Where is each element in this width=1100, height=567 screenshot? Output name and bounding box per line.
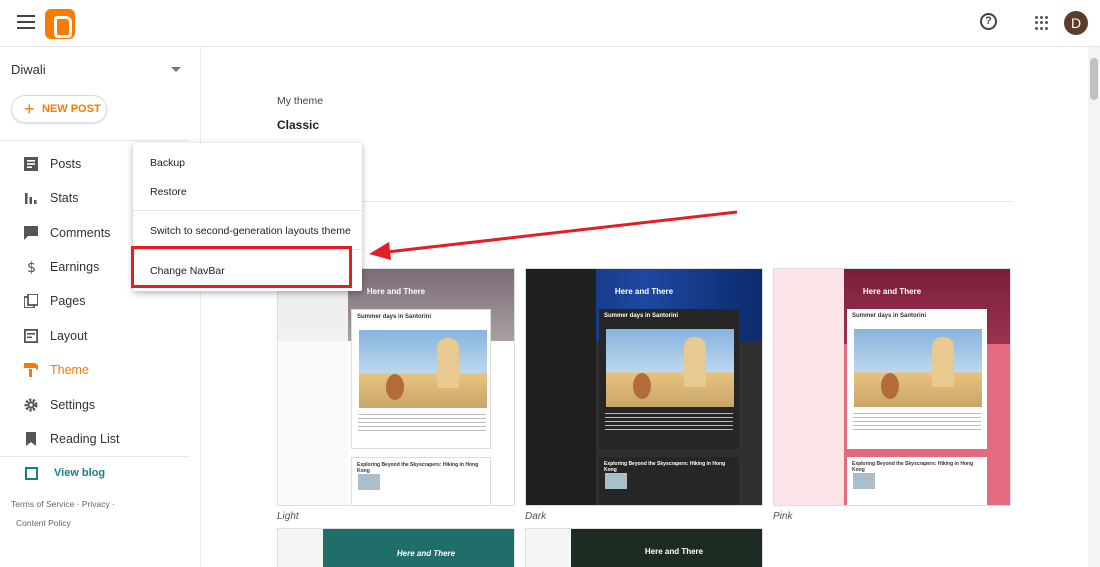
theme-post-preview: Exploring Beyond the Skyscrapers: Hiking… <box>847 457 987 505</box>
theme-sidebar <box>774 269 844 505</box>
theme-post-preview: Summer days in Santorini <box>351 309 491 449</box>
chevron-down-icon[interactable] <box>171 67 181 72</box>
external-link-icon <box>25 467 38 480</box>
sidebar-item-label: Pages <box>50 294 86 308</box>
theme-post-preview: Exploring Beyond the Skyscrapers: Hiking… <box>351 457 491 505</box>
theme-label-light: Light <box>277 511 299 522</box>
footer-links: Terms of Service · Privacy · Content Pol… <box>11 495 181 533</box>
sidebar-item-reading-list[interactable]: Reading List <box>0 425 190 453</box>
theme-post-thumbnail <box>853 473 875 489</box>
theme-post-preview: Exploring Beyond the Skyscrapers: Hiking… <box>599 457 739 505</box>
posts-icon <box>24 157 38 171</box>
blogger-logo-icon[interactable] <box>45 9 75 39</box>
theme-label-pink: Pink <box>773 511 793 522</box>
top-bar: ? D <box>0 0 1100 47</box>
theme-post-title: Exploring Beyond the Skyscrapers: Hiking… <box>604 461 726 473</box>
terms-link[interactable]: Terms of Service <box>11 499 74 509</box>
sidebar-item-label: Stats <box>50 191 79 205</box>
footer-separator: · <box>112 499 115 509</box>
menu-item-backup[interactable]: Backup <box>150 157 185 169</box>
menu-item-switch-layouts[interactable]: Switch to second-generation layouts them… <box>150 225 351 237</box>
layout-icon <box>24 329 38 343</box>
theme-sidebar <box>278 289 348 505</box>
sidebar-item-label: Settings <box>50 398 96 412</box>
theme-blog-title: Here and There <box>396 549 456 558</box>
apps-grid-icon[interactable] <box>1035 16 1049 30</box>
dollar-icon: $ <box>27 260 36 274</box>
theme-post-title: Summer days in Santorini <box>852 313 927 319</box>
comments-icon <box>24 226 38 240</box>
hamburger-menu-icon[interactable] <box>17 15 35 29</box>
theme-post-text <box>853 413 981 433</box>
gear-icon <box>24 398 38 412</box>
sidebar-item-theme[interactable]: Theme <box>0 356 190 384</box>
sidebar-item-settings[interactable]: Settings <box>0 391 190 419</box>
footer-separator: · <box>76 499 80 509</box>
sidebar-item-label: Comments <box>50 226 111 240</box>
sidebar-item-label: Earnings <box>50 260 100 274</box>
content-policy-link[interactable]: Content Policy <box>11 518 71 528</box>
theme-post-title: Exploring Beyond the Skyscrapers: Hiking… <box>357 462 479 474</box>
theme-card-dark[interactable]: Here and There Summer days in Santorini … <box>525 268 763 506</box>
menu-item-restore[interactable]: Restore <box>150 186 187 198</box>
theme-post-preview: Summer days in Santorini <box>599 309 739 449</box>
santorini-photo <box>359 330 487 408</box>
view-blog-label: View blog <box>54 467 106 479</box>
sidebar-item-label: Posts <box>50 157 82 171</box>
new-post-button[interactable]: + NEW POST <box>11 95 107 123</box>
my-theme-label: My theme <box>277 95 324 107</box>
theme-card-bottom-1[interactable]: Here and There <box>277 528 515 567</box>
red-arrow-annotation <box>369 210 738 260</box>
plus-icon: + <box>24 99 35 119</box>
sidebar-divider <box>0 140 190 141</box>
privacy-link[interactable]: Privacy <box>82 499 110 509</box>
paint-roller-icon <box>24 363 38 377</box>
stats-icon <box>25 193 37 204</box>
santorini-photo <box>606 329 734 407</box>
user-avatar[interactable]: D <box>1064 11 1088 35</box>
theme-card-pink[interactable]: Here and There Summer days in Santorini … <box>773 268 1011 506</box>
pages-icon <box>24 294 38 308</box>
sidebar-divider <box>0 456 190 457</box>
theme-post-text <box>358 414 486 434</box>
svg-text:$: $ <box>27 260 36 274</box>
help-icon[interactable]: ? <box>980 13 997 30</box>
theme-post-thumbnail <box>358 474 380 490</box>
theme-post-title: Exploring Beyond the Skyscrapers: Hiking… <box>852 461 974 473</box>
new-post-label: NEW POST <box>42 103 101 115</box>
current-theme-name: Classic <box>277 118 320 132</box>
highlight-box <box>131 246 352 288</box>
theme-post-thumbnail <box>605 473 627 489</box>
theme-post-title: Summer days in Santorini <box>357 314 432 320</box>
theme-post-preview: Summer days in Santorini <box>847 309 987 449</box>
sidebar: Diwali + NEW POST Posts Stats Comments $… <box>0 47 201 567</box>
theme-sidebar <box>278 529 323 567</box>
theme-post-text <box>605 413 733 433</box>
scrollbar[interactable] <box>1088 47 1100 567</box>
theme-card-light[interactable]: Here and There Summer days in Santorini … <box>277 268 515 506</box>
sidebar-item-label: Theme <box>50 363 89 377</box>
theme-blog-title: Here and There <box>644 547 704 556</box>
theme-post-title: Summer days in Santorini <box>604 313 679 319</box>
scrollbar-thumb[interactable] <box>1090 58 1098 100</box>
sidebar-item-label: Reading List <box>50 432 120 446</box>
blog-selector[interactable]: Diwali <box>11 62 186 77</box>
menu-divider <box>133 210 362 211</box>
theme-sidebar <box>526 269 596 505</box>
santorini-photo <box>854 329 982 407</box>
sidebar-item-pages[interactable]: Pages <box>0 287 190 315</box>
theme-card-bottom-2[interactable]: Here and There <box>525 528 763 567</box>
sidebar-item-label: Layout <box>50 329 88 343</box>
sidebar-item-layout[interactable]: Layout <box>0 322 190 350</box>
theme-label-dark: Dark <box>525 511 547 522</box>
bookmark-icon <box>26 432 36 446</box>
